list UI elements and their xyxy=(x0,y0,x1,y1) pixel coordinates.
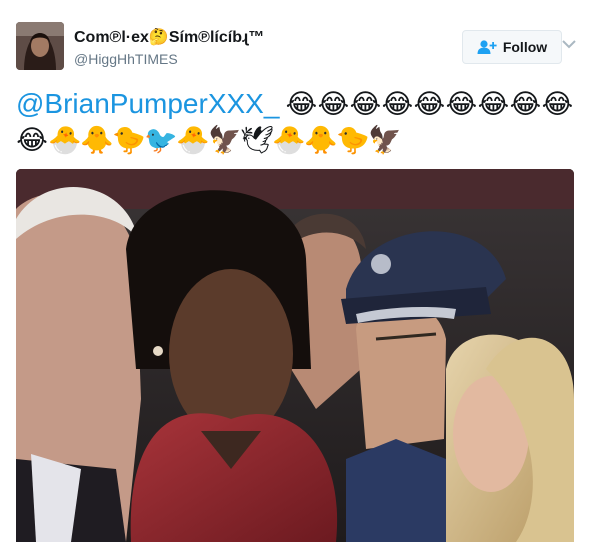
emoji-3: 😂 xyxy=(381,89,414,120)
emoji-18: 🐥 xyxy=(304,125,338,156)
emoji-4: 😂 xyxy=(413,89,446,120)
tweet-text: @BrianPumperXXX_ 😂😂😂😂😂😂😂😂😂😂🐣🐥🐤🐦🐣🦅🕊🐣🐥🐤🦅 xyxy=(16,86,576,158)
emoji-2: 😂 xyxy=(349,89,382,120)
emoji-14: 🐣 xyxy=(176,125,210,156)
follow-label: Follow xyxy=(502,39,548,55)
emoji-1: 😂 xyxy=(317,89,350,120)
display-name[interactable]: Com℗l·ex🤔Sím℗lícíbɻ™ xyxy=(74,28,264,48)
emoji-9: 😂 xyxy=(16,125,48,156)
emoji-12: 🐤 xyxy=(112,125,146,156)
follow-button[interactable]: Follow xyxy=(462,30,562,64)
emoji-16: 🕊 xyxy=(240,125,275,156)
emoji-7: 😂 xyxy=(509,89,542,120)
tweet-photo[interactable] xyxy=(16,169,574,542)
emoji-15: 🦅 xyxy=(208,125,242,156)
emoji-10: 🐣 xyxy=(48,125,82,156)
tweet-header: Com℗l·ex🤔Sím℗lícíbɻ™ @HiggHhTIMES Follow xyxy=(16,22,573,74)
emoji-11: 🐥 xyxy=(80,125,114,156)
emoji-20: 🦅 xyxy=(368,125,402,156)
emoji-13: 🐦 xyxy=(144,125,178,156)
emoji-0: 😂 xyxy=(285,89,318,120)
user-handle[interactable]: @HiggHhTIMES xyxy=(74,49,264,69)
add-user-icon xyxy=(477,39,497,55)
photo-image xyxy=(16,169,574,542)
emoji-6: 😂 xyxy=(477,89,510,120)
emoji-19: 🐤 xyxy=(336,125,370,156)
emoji-17: 🐣 xyxy=(272,125,306,156)
avatar-image xyxy=(16,22,64,70)
avatar[interactable] xyxy=(16,22,64,70)
emoji-8: 😂 xyxy=(541,89,574,120)
mention-link[interactable]: @BrianPumperXXX_ xyxy=(16,88,279,119)
emoji-5: 😂 xyxy=(445,89,478,120)
chevron-down-icon[interactable] xyxy=(561,36,577,52)
author-names: Com℗l·ex🤔Sím℗lícíbɻ™ @HiggHhTIMES xyxy=(74,28,264,69)
